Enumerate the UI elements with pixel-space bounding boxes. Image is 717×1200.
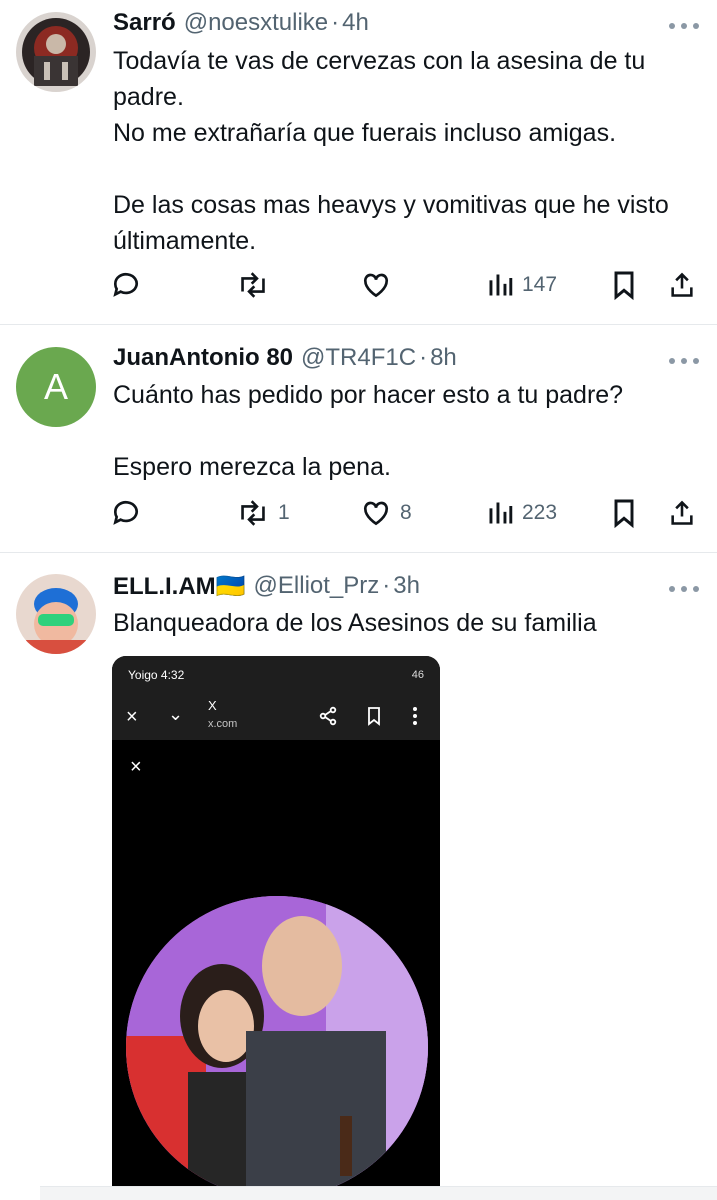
tweet-text: Cuánto has pedido por hacer esto a tu pa… xyxy=(113,381,624,481)
separator-dot: · xyxy=(331,9,340,36)
reply-icon xyxy=(113,500,138,525)
tweet-actions: 147 xyxy=(0,265,717,305)
status-time: Yoigo 4:32 xyxy=(128,668,185,682)
tweet-header: Sarró @noesxtulike · 4h xyxy=(113,6,697,40)
avatar[interactable] xyxy=(16,12,96,92)
views-button[interactable]: 147 xyxy=(486,265,557,305)
share-button[interactable] xyxy=(668,265,696,305)
attached-image[interactable]: Yoigo 4:32 46 × ⌄ X x.com × xyxy=(112,656,440,1186)
page-url: x.com xyxy=(208,718,238,730)
share-icon xyxy=(318,706,338,731)
tweet-header: JuanAntonio 80 @TR4F1C · 8h xyxy=(113,341,697,375)
display-name[interactable]: Sarró xyxy=(113,9,176,37)
bookmark-icon xyxy=(614,499,634,529)
like-count: 8 xyxy=(400,501,412,524)
like-button[interactable]: 8 xyxy=(360,493,412,533)
user-handle[interactable]: @TR4F1C xyxy=(301,344,416,372)
next-tweet-edge xyxy=(40,1186,717,1200)
reply-button[interactable] xyxy=(110,265,142,305)
share-icon xyxy=(671,272,693,297)
tweet-text: Todavía te vas de cervezas con la asesin… xyxy=(113,47,669,255)
close-icon: × xyxy=(126,706,138,728)
views-icon xyxy=(489,274,513,296)
bookmark-icon xyxy=(366,706,382,731)
timestamp[interactable]: 4h xyxy=(342,9,369,37)
bookmark-button[interactable] xyxy=(610,493,638,533)
repost-icon xyxy=(241,272,265,298)
close-icon: × xyxy=(130,756,142,778)
views-icon xyxy=(489,502,513,524)
user-handle[interactable]: @noesxtulike xyxy=(184,9,328,37)
phone-status-bar: Yoigo 4:32 46 xyxy=(112,656,440,694)
like-icon xyxy=(363,501,389,526)
more-icon[interactable] xyxy=(669,351,699,371)
like-icon xyxy=(363,273,389,298)
tweet[interactable]: Sarró @noesxtulike · 4h Todavía te vas d… xyxy=(0,0,717,325)
avatar[interactable] xyxy=(16,574,96,654)
page-title: X xyxy=(208,698,217,713)
display-name[interactable]: JuanAntonio 80 xyxy=(113,344,293,372)
tweet[interactable]: A JuanAntonio 80 @TR4F1C · 8h Cuánto has… xyxy=(0,325,717,552)
more-icon[interactable] xyxy=(669,16,699,36)
battery-icon: 46 xyxy=(411,669,424,681)
user-handle[interactable]: @Elliot_Prz xyxy=(254,572,380,600)
more-icon[interactable] xyxy=(669,579,699,599)
views-count: 223 xyxy=(522,501,558,524)
bookmark-button[interactable] xyxy=(610,265,638,305)
repost-button[interactable]: 1 xyxy=(236,493,290,533)
bookmark-icon xyxy=(614,271,634,301)
share-button[interactable] xyxy=(668,493,696,533)
like-button[interactable] xyxy=(360,265,400,305)
tweet-text: Blanqueadora de los Asesinos de su famil… xyxy=(113,609,597,637)
repost-icon xyxy=(241,500,265,526)
tweet-actions: 1 8 223 xyxy=(0,493,717,533)
repost-button[interactable] xyxy=(236,265,278,305)
browser-toolbar: × ⌄ X x.com xyxy=(112,694,440,740)
repost-count: 1 xyxy=(278,501,290,524)
share-icon xyxy=(671,500,693,525)
timestamp[interactable]: 8h xyxy=(430,344,457,372)
profile-photo xyxy=(126,896,428,1186)
chevron-down-icon: ⌄ xyxy=(168,704,184,724)
tweet-header: ELL.I.AM🇺🇦 @Elliot_Prz · 3h xyxy=(113,569,697,603)
reply-button[interactable] xyxy=(110,493,142,533)
reply-icon xyxy=(113,272,138,297)
views-button[interactable]: 223 xyxy=(486,493,557,533)
more-vertical-icon xyxy=(412,706,418,731)
separator-dot: · xyxy=(419,344,428,371)
views-count: 147 xyxy=(522,273,558,296)
separator-dot: · xyxy=(382,572,391,599)
avatar-letter: A xyxy=(43,366,68,407)
timestamp[interactable]: 3h xyxy=(393,572,420,600)
avatar[interactable]: A xyxy=(16,347,96,427)
display-name[interactable]: ELL.I.AM🇺🇦 xyxy=(113,572,246,601)
